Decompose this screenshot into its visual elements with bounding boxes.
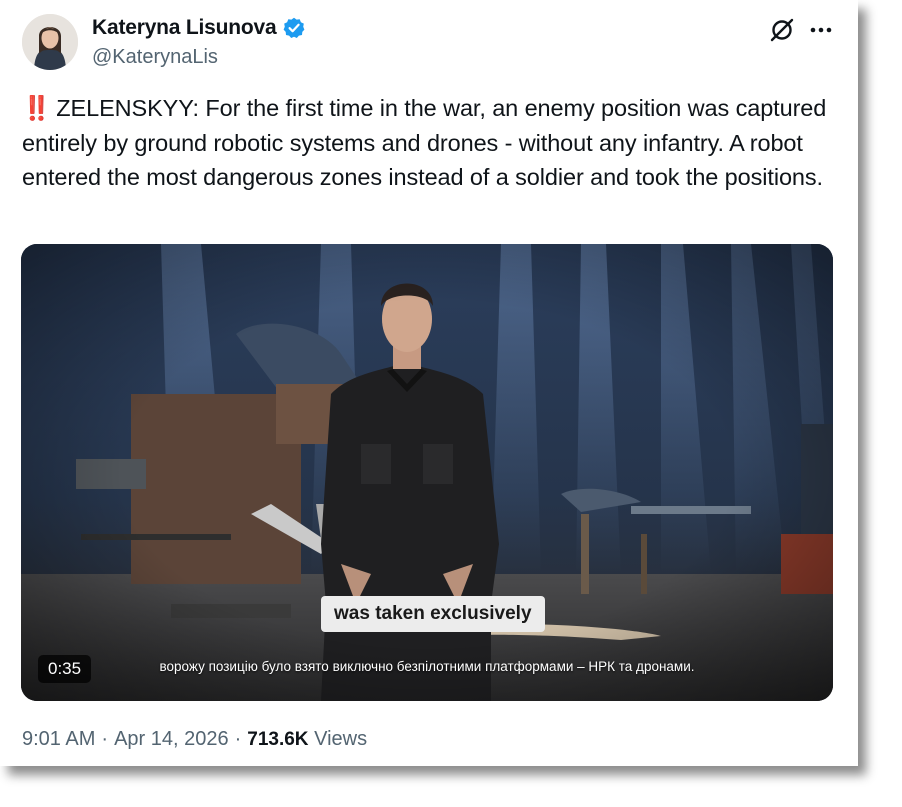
tweet-time[interactable]: 9:01 AM [22, 728, 95, 751]
author-handle[interactable]: @KaterynaLis [92, 46, 218, 69]
author-display-name[interactable]: Kateryna Lisunova [92, 16, 277, 40]
views-label: Views [314, 728, 368, 750]
tweet-text: ‼️ ZELENSKYY: For the first time in the w… [22, 91, 834, 195]
avatar[interactable] [22, 14, 78, 70]
grok-button[interactable] [766, 14, 798, 46]
more-options-button[interactable] [805, 14, 837, 46]
meta-separator: · [101, 728, 109, 750]
tweet-meta: 9:01 AM · Apr 14, 2026 · 713.6K Views [22, 728, 367, 751]
tweet-card: Kateryna Lisunova @KaterynaLis ‼️ ZELENSK… [0, 0, 858, 766]
video-player[interactable]: was taken exclusively ворожу позицію бул… [21, 244, 833, 701]
video-caption-english: was taken exclusively [321, 596, 545, 632]
verified-badge-icon [283, 17, 304, 38]
author-name-row[interactable]: Kateryna Lisunova [92, 16, 305, 40]
views-group[interactable]: 713.6K Views [247, 728, 367, 751]
tweet-body: ZELENSKYY: For the first time in the war… [22, 95, 827, 190]
grok-icon [770, 18, 794, 42]
double-exclamation-emoji: ‼️ [22, 95, 51, 121]
video-frame [21, 244, 833, 701]
video-caption-ukrainian: ворожу позицію було взято виключно безпі… [159, 659, 695, 674]
tweet-date[interactable]: Apr 14, 2026 [114, 728, 229, 751]
meta-separator: · [234, 728, 242, 750]
views-count: 713.6K [247, 729, 309, 750]
avatar-photo [22, 14, 78, 70]
video-duration-badge: 0:35 [38, 655, 92, 683]
more-options-icon [810, 27, 832, 33]
